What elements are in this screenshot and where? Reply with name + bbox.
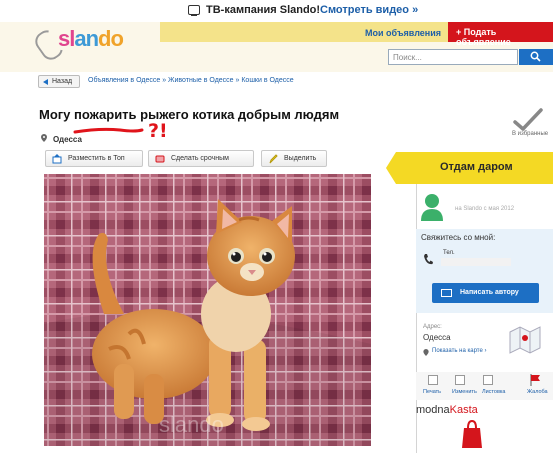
top-ad-icon (52, 154, 62, 164)
phone-icon (424, 254, 433, 265)
location-pin-icon (41, 134, 47, 142)
promote-top-button[interactable]: Разместить в Топ (45, 150, 143, 167)
edit-icon[interactable] (455, 375, 465, 385)
listing-city: Одесса (53, 135, 82, 144)
search-input[interactable]: Поиск... (388, 49, 518, 65)
promo-campaign-text: ТВ-кампания Slando! (206, 4, 321, 16)
search-button[interactable] (519, 49, 553, 65)
scribble-text: ?! (148, 120, 168, 142)
site-logo[interactable]: slando (58, 26, 124, 52)
user-icon (421, 194, 443, 221)
print-link[interactable]: Печать (423, 389, 441, 395)
contact-label: Свяжитесь со мной: (421, 233, 496, 242)
phone-number-hidden[interactable] (441, 258, 511, 266)
photo-watermark: slando (159, 412, 224, 437)
back-button[interactable]: Назад (38, 75, 80, 88)
member-since: на Slando с мая 2012 (455, 206, 515, 212)
add-to-favorites-label[interactable]: В избранные (512, 131, 548, 137)
complaint-link[interactable]: Жалоба (527, 389, 548, 395)
partner-banner[interactable]: modnaKasta (416, 404, 478, 416)
post-ad-button[interactable]: + Подать объявление (448, 22, 553, 47)
print-icon[interactable] (428, 375, 438, 385)
kitten-photo: slando (44, 174, 371, 446)
promo-bar: ТВ-кампания Slando! Смотреть видео » (0, 0, 553, 22)
envelope-icon (441, 289, 452, 297)
highlight-button[interactable]: Выделить (261, 150, 327, 167)
listing-photo[interactable]: slando (44, 174, 371, 446)
search-icon (530, 51, 541, 62)
write-author-button[interactable]: Написать автору (432, 283, 539, 303)
my-ads-link[interactable]: Мои объявления (365, 28, 441, 38)
leaflet-icon[interactable] (483, 375, 493, 385)
urgent-icon (155, 155, 165, 163)
breadcrumb[interactable]: Объявления в Одессе » Животные в Одессе … (88, 77, 294, 84)
tv-icon (188, 5, 200, 16)
edit-link[interactable]: Изменить (452, 389, 477, 395)
watch-video-link[interactable]: Смотреть видео » (320, 4, 418, 16)
highlight-icon (269, 154, 278, 164)
back-button-label: Назад (52, 78, 73, 85)
price-giveaway-badge: Отдам даром (386, 152, 553, 184)
checkmark-icon[interactable] (507, 108, 547, 132)
map-icon[interactable] (508, 320, 542, 354)
location-pin-small-icon (423, 349, 429, 356)
address-value: Одесса (423, 333, 451, 342)
flag-icon[interactable] (530, 374, 541, 386)
tel-label: Тел. (443, 250, 455, 256)
leaflet-link[interactable]: Листовка (482, 389, 505, 395)
make-urgent-button[interactable]: Сделать срочным (148, 150, 254, 167)
shopping-bag-icon (462, 419, 482, 448)
address-label: Адрес: (423, 324, 442, 330)
show-map-link[interactable]: Показать на карте › (432, 348, 486, 354)
